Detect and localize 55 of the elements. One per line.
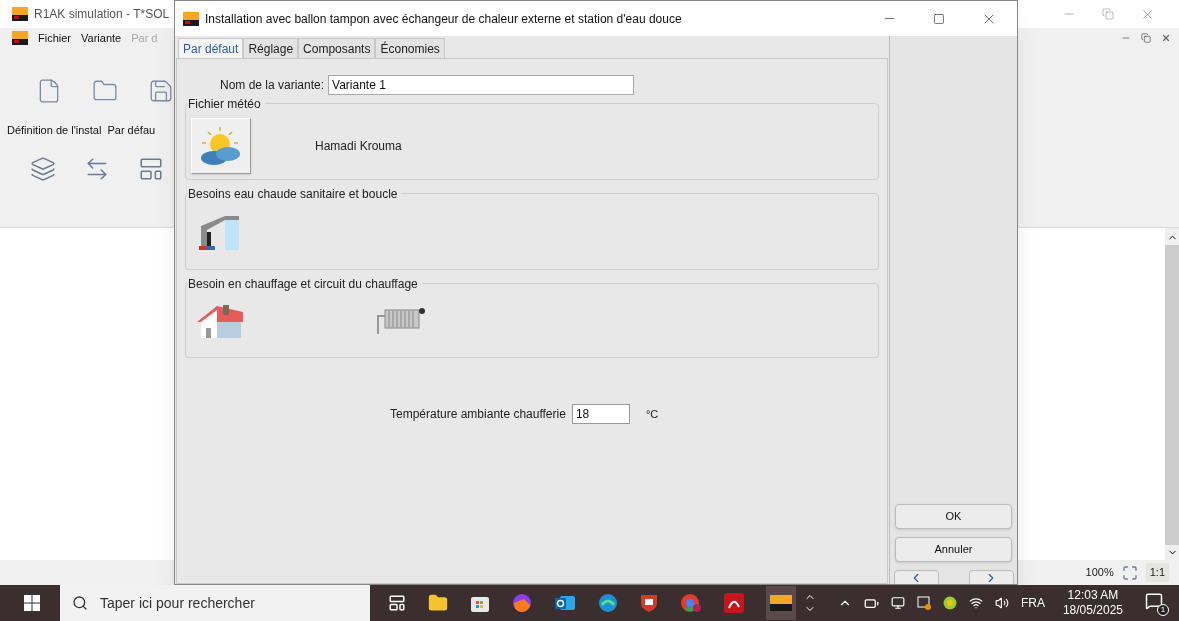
language-indicator[interactable]: FRA — [1020, 594, 1045, 612]
dialog-title: Installation avec ballon tampon avec échangeur de chaleur externe et station d'eau douce — [205, 10, 682, 28]
wifi-icon[interactable] — [968, 596, 983, 610]
zoom-level: 100% — [1085, 565, 1114, 581]
weather-file-button[interactable] — [191, 118, 251, 174]
weather-station-name: Hamadi Krouma — [315, 138, 402, 155]
display-icon[interactable] — [890, 596, 905, 610]
layout-icon[interactable] — [138, 156, 164, 182]
app-logo-icon — [12, 7, 28, 21]
fit-icon[interactable] — [1121, 564, 1138, 581]
search-icon — [72, 595, 88, 611]
tab[interactable]: Économies — [375, 38, 445, 58]
volume-icon[interactable] — [994, 596, 1009, 610]
app-logo-icon[interactable] — [766, 586, 796, 620]
maximize-icon[interactable] — [933, 12, 945, 25]
wave-circle-icon[interactable] — [598, 593, 618, 613]
scrollbar[interactable] — [1165, 228, 1179, 560]
close-icon[interactable] — [1161, 33, 1171, 43]
tab[interactable]: Composants — [298, 38, 376, 58]
task-view-icon[interactable] — [388, 594, 406, 612]
variant-name-field[interactable]: Variante 1 — [328, 75, 635, 95]
toolbar-label[interactable]: Définition de l'instal — [7, 121, 102, 139]
app-logo-icon — [183, 11, 199, 26]
mail-envelope-icon[interactable] — [554, 593, 576, 613]
toolbar-label[interactable]: Par défau — [107, 121, 156, 139]
windows-logo-icon[interactable] — [24, 595, 40, 611]
dialog-button[interactable]: OK — [895, 504, 1012, 529]
search-field[interactable]: Taper ici pour rechercher — [60, 585, 370, 621]
shield-icon[interactable] — [640, 593, 658, 613]
clock-time[interactable]: 12:03 AM — [1067, 588, 1119, 603]
layers-icon[interactable] — [30, 156, 56, 182]
variant-name-label: Nom de la variante: — [220, 77, 325, 94]
notification-count: 1 — [1157, 604, 1169, 616]
notifications-icon — [1145, 592, 1163, 610]
app-logo-icon — [12, 31, 28, 45]
menu-item[interactable]: Fichier — [38, 29, 71, 47]
notifications-button[interactable]: 1 — [1145, 592, 1167, 614]
tab[interactable]: Réglage — [243, 38, 299, 58]
temperature-field[interactable]: 18 — [571, 404, 630, 424]
temperature-label: Température ambiante chaufferie — [390, 406, 566, 423]
tray-circle-icon[interactable] — [942, 596, 957, 610]
dialog-button[interactable]: Annuler — [895, 537, 1012, 562]
menu-item[interactable]: Variante — [81, 29, 122, 47]
tab[interactable]: Par défaut — [178, 38, 244, 58]
search-placeholder: Taper ici pour rechercher — [100, 593, 255, 613]
restore-icon[interactable] — [1141, 33, 1151, 43]
tray-app-icon[interactable] — [916, 596, 931, 610]
window-title: R1AK simulation - T*SOL — [34, 6, 170, 23]
radiator-icon — [375, 306, 427, 336]
folder-icon[interactable] — [428, 593, 448, 613]
house-icon — [195, 302, 245, 340]
clock-date[interactable]: 18/05/2025 — [1062, 603, 1123, 618]
colored-circle-icon[interactable] — [680, 593, 702, 613]
actual-size-button[interactable]: 1:1 — [1145, 563, 1169, 582]
temperature-unit: °C — [645, 406, 659, 422]
